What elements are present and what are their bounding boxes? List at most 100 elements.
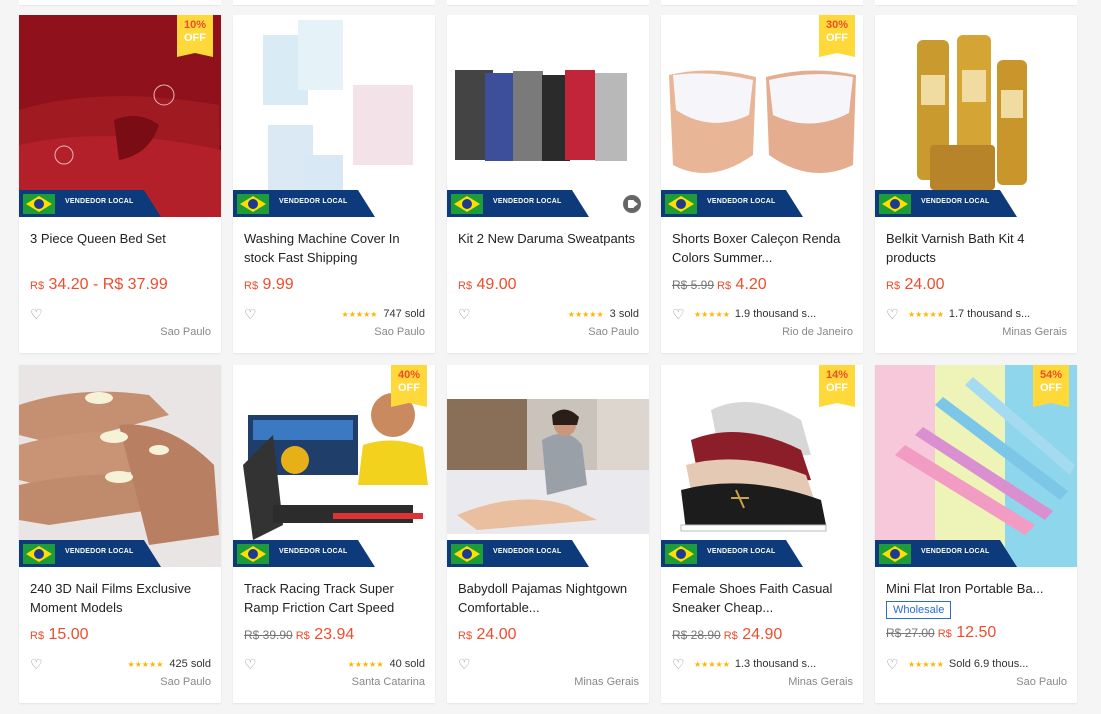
heart-icon[interactable]: ♡ (886, 657, 900, 671)
product-price: R$ 28.90 R$ 24.90 (672, 626, 783, 643)
sold-count: 40 sold (389, 658, 425, 670)
vendor-local-banner: VENDEDOR LOCAL (661, 190, 803, 217)
rating-stars: ★★★★★ (908, 659, 944, 669)
heart-icon[interactable]: ♡ (30, 657, 44, 671)
product-image[interactable]: 40% OFF VENDEDOR LOCAL (233, 365, 435, 567)
product-card[interactable]: VENDEDOR LOCAL Babydoll Pajamas Nightgow… (447, 365, 649, 703)
product-card[interactable]: 40% OFF VENDEDOR LOCAL Track Racing Track… (233, 365, 435, 703)
wholesale-badge: Wholesale (886, 601, 952, 619)
sold-count: 1.9 thousand s... (734, 308, 817, 320)
rating-stars: ★★★★★ (694, 659, 730, 669)
vendor-local-banner: VENDEDOR LOCAL (233, 540, 375, 567)
brazil-flag-icon (665, 194, 697, 214)
heart-icon[interactable]: ♡ (30, 307, 44, 321)
rating-stars: ★★★★★ (347, 659, 384, 669)
discount-badge: 40% OFF (391, 365, 427, 407)
rating-stars: ★★★★★ (127, 659, 164, 669)
product-card[interactable]: 30% OFF VENDEDOR LOCAL Shorts Boxer Caleç… (661, 15, 863, 353)
product-price: R$ 39.90 R$ 23.94 (244, 626, 355, 643)
original-price: R$ 39.90 (244, 628, 293, 642)
vendor-local-banner: VENDEDOR LOCAL (875, 190, 1017, 217)
discount-badge: 10% OFF (177, 15, 213, 57)
rating-stars: ★★★★★ (567, 309, 604, 319)
brazil-flag-icon (237, 544, 269, 564)
vendor-local-banner: VENDEDOR LOCAL (233, 190, 375, 217)
product-title[interactable]: Female Shoes Faith Casual Sneaker Cheap.… (672, 579, 853, 617)
product-title[interactable]: Babydoll Pajamas Nightgown Comfortable..… (458, 579, 639, 617)
sold-count: 747 sold (383, 308, 425, 320)
product-title[interactable]: Track Racing Track Super Ramp Friction C… (244, 579, 425, 617)
previous-row-edge (0, 0, 1101, 6)
product-image[interactable]: 14% OFF VENDEDOR LOCAL (661, 365, 863, 567)
seller-location: Minas Gerais (1002, 326, 1067, 338)
brazil-flag-icon (879, 194, 911, 214)
seller-location: Minas Gerais (788, 676, 853, 688)
seller-location: Minas Gerais (574, 676, 639, 688)
sold-count: 1.3 thousand s... (734, 658, 817, 670)
heart-icon[interactable]: ♡ (672, 307, 686, 321)
vendor-local-banner: VENDEDOR LOCAL (19, 540, 161, 567)
product-card[interactable]: VENDEDOR LOCAL Kit 2 New Daruma Sweatpan… (447, 15, 649, 353)
brazil-flag-icon (451, 544, 483, 564)
product-price: R$ 24.00 (886, 276, 945, 293)
heart-icon[interactable]: ♡ (886, 307, 900, 321)
product-card[interactable]: 14% OFF VENDEDOR LOCAL Female Shoes Faith… (661, 365, 863, 703)
sold-count: 3 sold (609, 308, 639, 320)
product-image[interactable]: VENDEDOR LOCAL (447, 365, 649, 567)
product-price: R$ 24.00 (458, 626, 517, 643)
product-price: R$ 49.00 (458, 276, 517, 293)
product-card[interactable]: 10% OFF VENDEDOR LOCAL 3 Piece Queen Bed … (19, 15, 221, 353)
brazil-flag-icon (23, 544, 55, 564)
product-title[interactable]: 3 Piece Queen Bed Set (30, 229, 211, 267)
product-title[interactable]: Shorts Boxer Caleçon Renda Colors Summer… (672, 229, 853, 267)
product-title[interactable]: Washing Machine Cover In stock Fast Ship… (244, 229, 425, 267)
product-price: R$ 34.20 - R$ 37.99 (30, 276, 168, 293)
product-image[interactable]: VENDEDOR LOCAL (447, 15, 649, 217)
brazil-flag-icon (451, 194, 483, 214)
heart-icon[interactable]: ♡ (672, 657, 686, 671)
original-price: R$ 28.90 (672, 628, 721, 642)
seller-location: Sao Paulo (588, 326, 639, 338)
product-image[interactable]: 30% OFF VENDEDOR LOCAL (661, 15, 863, 217)
seller-location: Rio de Janeiro (782, 326, 853, 338)
original-price: R$ 27.00 (886, 626, 935, 640)
brazil-flag-icon (237, 194, 269, 214)
discount-badge: 54% OFF (1033, 365, 1069, 407)
vendor-local-banner: VENDEDOR LOCAL (19, 190, 161, 217)
product-image[interactable]: 10% OFF VENDEDOR LOCAL (19, 15, 221, 217)
product-card[interactable]: VENDEDOR LOCAL Belkit Varnish Bath Kit 4… (875, 15, 1077, 353)
product-card[interactable]: VENDEDOR LOCAL 240 3D Nail Films Exclusi… (19, 365, 221, 703)
product-title[interactable]: Kit 2 New Daruma Sweatpants (458, 229, 639, 267)
heart-icon[interactable]: ♡ (244, 307, 258, 321)
product-title[interactable]: Belkit Varnish Bath Kit 4 products (886, 229, 1067, 267)
video-icon (623, 195, 641, 213)
heart-icon[interactable]: ♡ (458, 657, 472, 671)
product-image[interactable]: VENDEDOR LOCAL (233, 15, 435, 217)
discount-badge: 30% OFF (819, 15, 855, 57)
brazil-flag-icon (23, 194, 55, 214)
product-card[interactable]: 54% OFF VENDEDOR LOCAL Mini Flat Iron Por… (875, 365, 1077, 703)
discount-badge: 14% OFF (819, 365, 855, 407)
product-price: R$ 27.00 R$ 12.50 (886, 624, 997, 641)
product-image[interactable]: VENDEDOR LOCAL (875, 15, 1077, 217)
product-grid: 10% OFF VENDEDOR LOCAL 3 Piece Queen Bed … (19, 15, 1081, 703)
vendor-local-banner: VENDEDOR LOCAL (447, 190, 589, 217)
sold-count: 425 sold (169, 658, 211, 670)
product-image[interactable]: VENDEDOR LOCAL (19, 365, 221, 567)
product-price: R$ 9.99 (244, 276, 294, 293)
product-title[interactable]: 240 3D Nail Films Exclusive Moment Model… (30, 579, 211, 617)
heart-icon[interactable]: ♡ (244, 657, 258, 671)
seller-location: Sao Paulo (160, 326, 211, 338)
vendor-local-banner: VENDEDOR LOCAL (661, 540, 803, 567)
product-price: R$ 5.99 R$ 4.20 (672, 276, 767, 293)
sold-count: 1.7 thousand s... (948, 308, 1031, 320)
product-price: R$ 15.00 (30, 626, 89, 643)
heart-icon[interactable]: ♡ (458, 307, 472, 321)
product-title[interactable]: Mini Flat Iron Portable Ba... (886, 579, 1067, 598)
seller-location: Sao Paulo (374, 326, 425, 338)
brazil-flag-icon (665, 544, 697, 564)
rating-stars: ★★★★★ (908, 309, 944, 319)
vendor-local-banner: VENDEDOR LOCAL (875, 540, 1017, 567)
product-card[interactable]: VENDEDOR LOCAL Washing Machine Cover In … (233, 15, 435, 353)
product-image[interactable]: 54% OFF VENDEDOR LOCAL (875, 365, 1077, 567)
